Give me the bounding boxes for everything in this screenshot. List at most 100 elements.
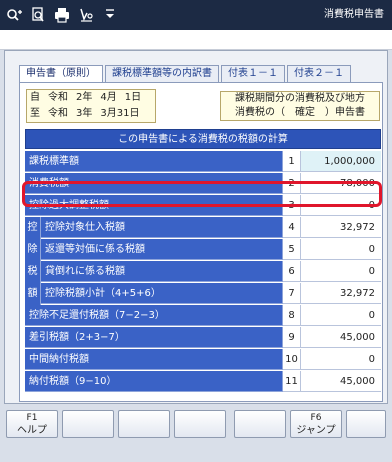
row-label: 中間納付税額 (25, 349, 283, 370)
row-number: 10 (283, 349, 301, 370)
fkey-label: ヘルプ (17, 425, 47, 436)
row-number: 4 (283, 217, 301, 238)
period-from: 自 令和 2年 4月 1日 (27, 90, 155, 106)
period-from-label: 自 (30, 92, 40, 103)
row-value[interactable]: 0 (301, 195, 381, 216)
search-file-icon[interactable] (28, 5, 48, 25)
table-header: この申告書による消費税の税額の計算 (25, 129, 381, 149)
fkey-number (235, 412, 285, 424)
f5-button[interactable] (234, 410, 286, 438)
side-char: 控 (27, 222, 38, 233)
fkey-label (347, 424, 385, 437)
fkey-label (235, 424, 285, 437)
row-number: 7 (283, 283, 301, 304)
row-label: 貸倒れに係る税額 (41, 261, 283, 282)
table-row[interactable]: 中間納付税額 10 0 (25, 349, 381, 370)
row-label: 控除過大調整税額 (25, 195, 283, 216)
side-char: 額 (27, 288, 38, 299)
toolbar-strip (0, 30, 392, 50)
table-row[interactable]: 課税標準額 1 1,000,000 (25, 151, 381, 172)
tab-fuhyo-1-1[interactable]: 付表１－１ (221, 65, 285, 82)
row-value[interactable]: 0 (301, 239, 381, 260)
row-value[interactable]: 45,000 (301, 327, 381, 348)
title-bar: 消費税申告書 (0, 0, 392, 30)
sign-check-icon[interactable] (76, 5, 96, 25)
table-row[interactable]: 消費税額 2 78,000 (25, 173, 381, 194)
row-value[interactable]: 0 (301, 305, 381, 326)
work-area: 申告書（原則） 課税標準額等の内訳書 付表１－１ 付表２－１ 自 令和 2年 4… (4, 50, 388, 404)
fkey-number (63, 412, 113, 424)
row-label: 返還等対価に係る税額 (41, 239, 283, 260)
row-number: 2 (283, 173, 301, 194)
fkey-label (63, 424, 113, 437)
row-number: 9 (283, 327, 301, 348)
row-value[interactable]: 0 (301, 349, 381, 370)
table-row[interactable]: 控除過大調整税額 3 0 (25, 195, 381, 216)
f7-button[interactable] (346, 410, 386, 438)
table-row[interactable]: 納付税額（9−10） 11 45,000 (25, 371, 381, 392)
fkey-number (347, 412, 385, 424)
row-value[interactable]: 1,000,000 (301, 151, 381, 172)
tab-fuhyo-2-1[interactable]: 付表２－１ (287, 65, 351, 82)
period-from-day: 1日 (124, 92, 142, 103)
row-label: 控除税額小計（4+5+6） (41, 283, 283, 304)
row-number: 6 (283, 261, 301, 282)
period-to-era: 令和 (48, 108, 68, 119)
table-row[interactable]: 控除不足還付税額（7−2−3） 8 0 (25, 305, 381, 326)
table-row[interactable]: 貸倒れに係る税額 6 0 (41, 261, 381, 282)
fkey-number (119, 412, 169, 424)
return-type-line1: 課税期間分の消費税及び地方 (235, 93, 365, 104)
row-label: 差引税額（2+3−7） (25, 327, 283, 348)
period-to-month: 3月31日 (100, 108, 140, 119)
dropdown-chevron-icon[interactable] (100, 5, 120, 25)
return-type-box: 課税期間分の消費税及び地方 消費税の（ 確定 ）申告書 (220, 91, 380, 121)
row-value[interactable]: 0 (301, 261, 381, 282)
fkey-number (175, 412, 225, 424)
f6-jump-button[interactable]: F6 ジャンプ (290, 410, 342, 438)
row-label: 控除不足還付税額（7−2−3） (25, 305, 283, 326)
f1-help-button[interactable]: F1 ヘルプ (6, 410, 58, 438)
period-from-year: 2年 (76, 92, 93, 103)
period-from-month: 4月 (100, 92, 117, 103)
tab-uchiwakesho[interactable]: 課税標準額等の内訳書 (105, 65, 219, 82)
printer-icon[interactable] (52, 5, 72, 25)
table-row[interactable]: 控除対象仕入税額 4 32,972 (41, 217, 381, 238)
search-plus-icon[interactable] (4, 5, 24, 25)
f2-button[interactable] (62, 410, 114, 438)
row-number: 5 (283, 239, 301, 260)
fkey-label (119, 424, 169, 437)
deduction-side-label: 控 除 税 額 (25, 217, 41, 305)
row-label: 納付税額（9−10） (25, 371, 283, 392)
row-label: 課税標準額 (25, 151, 283, 172)
period-to-year: 3年 (76, 108, 93, 119)
side-char: 除 (27, 244, 38, 255)
row-value[interactable]: 32,972 (301, 283, 381, 304)
tax-calc-table: この申告書による消費税の税額の計算 課税標準額 1 1,000,000 消費税額… (25, 129, 381, 392)
form-panel: 自 令和 2年 4月 1日 至 令和 3年 3月31日 課税期間分の消費税及び地… (19, 82, 383, 402)
side-char: 税 (27, 266, 38, 277)
row-value[interactable]: 78,000 (301, 173, 381, 194)
fkey-number: F6 (310, 413, 322, 423)
f3-button[interactable] (118, 410, 170, 438)
period-to: 至 令和 3年 3月31日 (27, 106, 155, 122)
return-type-line2: 消費税の（ 確定 ）申告書 (235, 107, 365, 118)
period-from-era: 令和 (48, 92, 68, 103)
row-label: 控除対象仕入税額 (41, 217, 283, 238)
table-row[interactable]: 控除税額小計（4+5+6） 7 32,972 (41, 283, 381, 304)
fkey-number: F1 (26, 413, 38, 423)
f4-button[interactable] (174, 410, 226, 438)
table-row[interactable]: 返還等対価に係る税額 5 0 (41, 239, 381, 260)
row-number: 11 (283, 371, 301, 392)
row-value[interactable]: 32,972 (301, 217, 381, 238)
row-label: 消費税額 (25, 173, 283, 194)
period-box: 自 令和 2年 4月 1日 至 令和 3年 3月31日 (26, 89, 156, 123)
fkey-label (175, 424, 225, 437)
window-title: 消費税申告書 (324, 9, 384, 20)
period-to-label: 至 (30, 108, 40, 119)
table-row[interactable]: 差引税額（2+3−7） 9 45,000 (25, 327, 381, 348)
tab-bar: 申告書（原則） 課税標準額等の内訳書 付表１－１ 付表２－１ (19, 65, 353, 83)
tab-shinkokusho[interactable]: 申告書（原則） (19, 65, 103, 83)
row-number: 3 (283, 195, 301, 216)
row-value[interactable]: 45,000 (301, 371, 381, 392)
fkey-label: ジャンプ (296, 425, 336, 436)
